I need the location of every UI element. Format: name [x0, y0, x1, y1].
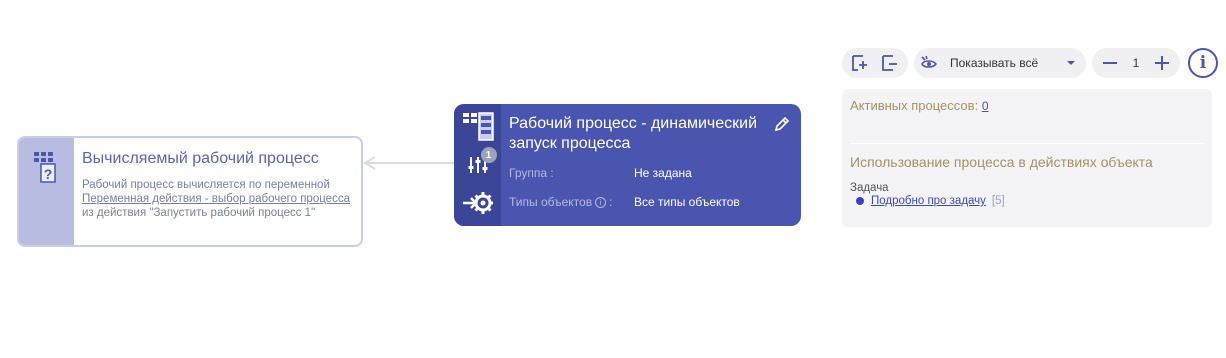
bullet-dot-icon — [856, 197, 864, 205]
info-button[interactable]: i — [1188, 48, 1218, 78]
zoom-in-button[interactable] — [1150, 51, 1174, 75]
collapse-icon — [882, 55, 897, 71]
canvas-toolbar: Показывать всё 1 i — [842, 48, 1218, 78]
active-processes-count-link[interactable]: 0 — [982, 99, 989, 113]
plus-icon — [1155, 56, 1169, 70]
expand-icon — [852, 55, 867, 71]
usage-list-item: Подробно про задачу [5] — [856, 195, 1204, 207]
svg-text:?: ? — [43, 166, 52, 182]
object-types-label-wrap: Типы объектов i : — [509, 195, 634, 209]
chevron-down-icon — [1067, 61, 1075, 65]
group-row: Группа : Не задана — [509, 166, 791, 180]
process-type-cell — [460, 112, 496, 142]
process-node[interactable]: 1 Рабочий процесс - динамический запуск … — [454, 104, 801, 226]
usage-title: Использование процесса в действиях объек… — [850, 154, 1153, 170]
workflow-grid-icon — [462, 112, 494, 141]
computed-process-side: ? — [19, 138, 74, 245]
process-title: Рабочий процесс - динамический запуск пр… — [509, 115, 758, 152]
expand-all-button[interactable] — [848, 51, 872, 75]
gear-arrow-icon — [462, 192, 493, 214]
settings-cell[interactable]: 1 — [460, 147, 497, 180]
info-circle-icon[interactable]: i — [595, 196, 607, 208]
usage-count: [5] — [991, 195, 1005, 207]
zoom-group: 1 — [1092, 48, 1180, 78]
eye-filter-icon — [921, 55, 938, 68]
filter-label: Показывать всё — [950, 56, 1039, 70]
zoom-out-button[interactable] — [1098, 51, 1122, 75]
object-types-label: Типы объектов — [509, 195, 593, 209]
computed-process-node[interactable]: ? Вычисляемый рабочий процесс Рабочий пр… — [17, 136, 363, 247]
desc-text-2: из действия "Запустить рабочий процесс 1… — [82, 207, 316, 219]
variable-link[interactable]: Переменная действия - выбор рабочего про… — [82, 193, 350, 205]
object-types-value: Все типы объектов — [634, 195, 740, 209]
pencil-icon[interactable] — [773, 115, 791, 133]
panel-divider — [850, 143, 1204, 144]
active-processes: Активных процессов: 0 — [850, 98, 1204, 113]
task-details-link[interactable]: Подробно про задачу — [871, 195, 986, 207]
group-value: Не задана — [634, 166, 692, 180]
object-type-label: Задача — [850, 182, 889, 194]
object-types-row: Типы объектов i : Все типы объектов — [509, 195, 791, 209]
computed-process-title: Вычисляемый рабочий процесс — [82, 150, 319, 167]
desc-text-1: Рабочий процесс вычисляется по переменно… — [82, 179, 330, 191]
collapse-all-button[interactable] — [878, 51, 902, 75]
visibility-filter-select[interactable]: Показывать всё — [914, 48, 1086, 78]
process-info-panel: Активных процессов: 0 Использование проц… — [842, 89, 1212, 227]
run-cell[interactable] — [460, 188, 496, 218]
expand-collapse-group — [842, 48, 908, 78]
connector-arrow — [363, 156, 455, 170]
process-node-side: 1 — [454, 104, 501, 226]
computed-process-description: Рабочий процесс вычисляется по переменно… — [82, 178, 353, 220]
group-label: Группа : — [509, 166, 554, 180]
computed-process-icon: ? — [33, 152, 56, 183]
settings-count-badge: 1 — [480, 147, 497, 163]
active-processes-label: Активных процессов: — [850, 98, 979, 113]
minus-icon — [1103, 62, 1117, 64]
zoom-level: 1 — [1132, 56, 1140, 70]
object-types-colon: : — [609, 195, 613, 209]
